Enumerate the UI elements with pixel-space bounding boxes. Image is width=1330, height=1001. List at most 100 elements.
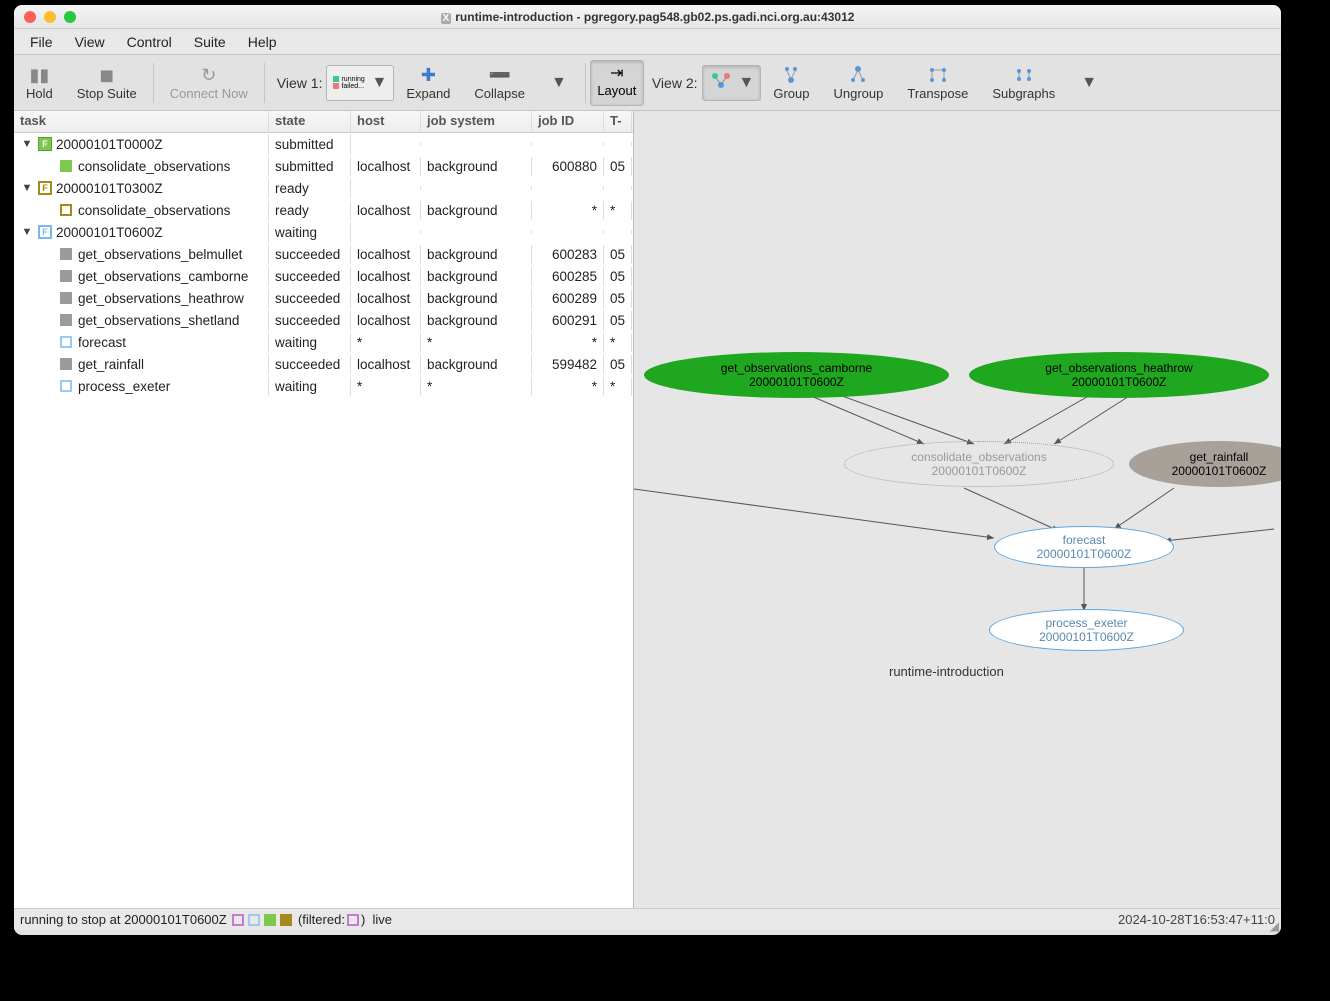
layout-icon: ⇥ <box>610 63 623 83</box>
col-state[interactable]: state <box>269 111 351 132</box>
window-title: Xruntime-introduction - pgregory.pag548.… <box>14 10 1281 24</box>
col-task[interactable]: task <box>14 111 269 132</box>
table-row[interactable]: get_observations_belmulletsucceededlocal… <box>14 243 633 265</box>
view1-overflow[interactable]: ▼ <box>537 74 581 92</box>
minimize-window-button[interactable] <box>44 11 56 23</box>
node-forecast[interactable]: forecast20000101T0600Z <box>994 526 1174 568</box>
cell-ts: * <box>604 377 632 396</box>
cell-ts <box>604 186 632 190</box>
col-t[interactable]: T- <box>604 111 632 132</box>
table-row[interactable]: get_rainfallsucceededlocalhostbackground… <box>14 353 633 375</box>
transpose-button[interactable]: Transpose <box>895 58 980 108</box>
task-state-icon <box>60 314 72 326</box>
table-row[interactable]: get_observations_heathrowsucceededlocalh… <box>14 287 633 309</box>
cell-jid: * <box>532 333 604 352</box>
menu-help[interactable]: Help <box>238 30 287 54</box>
menubar: File View Control Suite Help <box>14 29 1281 55</box>
table-row[interactable]: consolidate_observationsreadylocalhostba… <box>14 199 633 221</box>
expander-icon[interactable]: ▼ <box>20 182 34 194</box>
view2-overflow[interactable]: ▼ <box>1067 74 1111 92</box>
statusbar: running to stop at 20000101T0600Z (filte… <box>14 908 1281 930</box>
cell-host: * <box>351 377 421 396</box>
cell-state: waiting <box>269 223 351 242</box>
cell-state: submitted <box>269 135 351 154</box>
menu-suite[interactable]: Suite <box>184 30 236 54</box>
status-text: running to stop at 20000101T0600Z <box>20 912 227 927</box>
table-row[interactable]: get_observations_cambornesucceededlocalh… <box>14 265 633 287</box>
task-state-icon <box>60 248 72 260</box>
cell-js: background <box>421 157 532 176</box>
view1-label: View 1: <box>277 75 323 91</box>
cell-js: background <box>421 355 532 374</box>
menu-file[interactable]: File <box>20 30 63 54</box>
node-process[interactable]: process_exeter20000101T0600Z <box>989 609 1184 651</box>
table-row[interactable]: process_exeterwaiting**** <box>14 375 633 397</box>
zoom-window-button[interactable] <box>64 11 76 23</box>
view2-label: View 2: <box>652 75 698 91</box>
col-host[interactable]: host <box>351 111 421 132</box>
cycle-state-icon: F <box>38 137 52 151</box>
cycle-label: 20000101T0600Z <box>56 225 163 240</box>
cell-ts: 05 <box>604 311 632 330</box>
graph-panel[interactable]: get_observations_camborne20000101T0600Z … <box>634 111 1281 908</box>
cell-jid: 600283 <box>532 245 604 264</box>
view2-selector[interactable]: ▼ <box>702 65 762 101</box>
table-row[interactable]: consolidate_observationssubmittedlocalho… <box>14 155 633 177</box>
node-rainfall[interactable]: get_rainfall20000101T0600Z <box>1129 441 1281 487</box>
task-name: forecast <box>78 335 126 350</box>
cell-ts: * <box>604 333 632 352</box>
cell-ts: 05 <box>604 289 632 308</box>
expand-button[interactable]: ✚ Expand <box>394 58 462 108</box>
subgraphs-button[interactable]: Subgraphs <box>980 58 1067 108</box>
tree-body[interactable]: ▼F20000101T0000Zsubmittedconsolidate_obs… <box>14 133 633 908</box>
close-window-button[interactable] <box>24 11 36 23</box>
table-row[interactable]: ▼F20000101T0300Zready <box>14 177 633 199</box>
cell-ts <box>604 142 632 146</box>
cell-js: * <box>421 377 532 396</box>
cell-js <box>421 230 532 234</box>
cell-state: ready <box>269 179 351 198</box>
stop-suite-button[interactable]: ◼ Stop Suite <box>65 58 149 108</box>
col-job-id[interactable]: job ID <box>532 111 604 132</box>
hold-button[interactable]: ▮▮ Hold <box>14 58 65 108</box>
task-name: get_observations_heathrow <box>78 291 244 306</box>
cell-host <box>351 186 421 190</box>
ungroup-icon <box>847 64 869 86</box>
cell-jid: 599482 <box>532 355 604 374</box>
plus-icon: ✚ <box>421 64 436 86</box>
ungroup-button[interactable]: Ungroup <box>822 58 896 108</box>
resize-grip[interactable]: ◢ <box>1270 919 1279 933</box>
pause-icon: ▮▮ <box>29 64 49 86</box>
group-button[interactable]: Group <box>761 58 821 108</box>
col-job-system[interactable]: job system <box>421 111 532 132</box>
stop-icon: ◼ <box>99 64 114 86</box>
cell-host: localhost <box>351 157 421 176</box>
cell-ts: 05 <box>604 245 632 264</box>
node-consolidate[interactable]: consolidate_observations20000101T0600Z <box>844 441 1114 487</box>
expander-icon[interactable]: ▼ <box>20 226 34 238</box>
graph-icon <box>709 71 733 94</box>
status-timestamp: 2024-10-28T16:53:47+11:0 <box>1118 912 1275 927</box>
menu-view[interactable]: View <box>65 30 115 54</box>
table-row[interactable]: ▼F20000101T0600Zwaiting <box>14 221 633 243</box>
cell-state: succeeded <box>269 245 351 264</box>
table-row[interactable]: get_observations_shetlandsucceededlocalh… <box>14 309 633 331</box>
cell-host: localhost <box>351 289 421 308</box>
cell-host: localhost <box>351 201 421 220</box>
table-row[interactable]: forecastwaiting**** <box>14 331 633 353</box>
cell-js: background <box>421 289 532 308</box>
node-heathrow[interactable]: get_observations_heathrow20000101T0600Z <box>969 352 1269 398</box>
node-camborne[interactable]: get_observations_camborne20000101T0600Z <box>644 352 949 398</box>
view1-selector[interactable]: running failed... ▼ <box>326 65 394 101</box>
menu-control[interactable]: Control <box>117 30 182 54</box>
legend-icon: running failed... <box>333 76 365 90</box>
expander-icon[interactable]: ▼ <box>20 138 34 150</box>
cell-jid: 600880 <box>532 157 604 176</box>
collapse-button[interactable]: ➖ Collapse <box>462 58 537 108</box>
cell-host: localhost <box>351 311 421 330</box>
connect-now-button[interactable]: ↻ Connect Now <box>158 58 260 108</box>
table-row[interactable]: ▼F20000101T0000Zsubmitted <box>14 133 633 155</box>
layout-button[interactable]: ⇥ Layout <box>590 60 644 106</box>
group-icon <box>780 64 802 86</box>
cell-js: background <box>421 267 532 286</box>
